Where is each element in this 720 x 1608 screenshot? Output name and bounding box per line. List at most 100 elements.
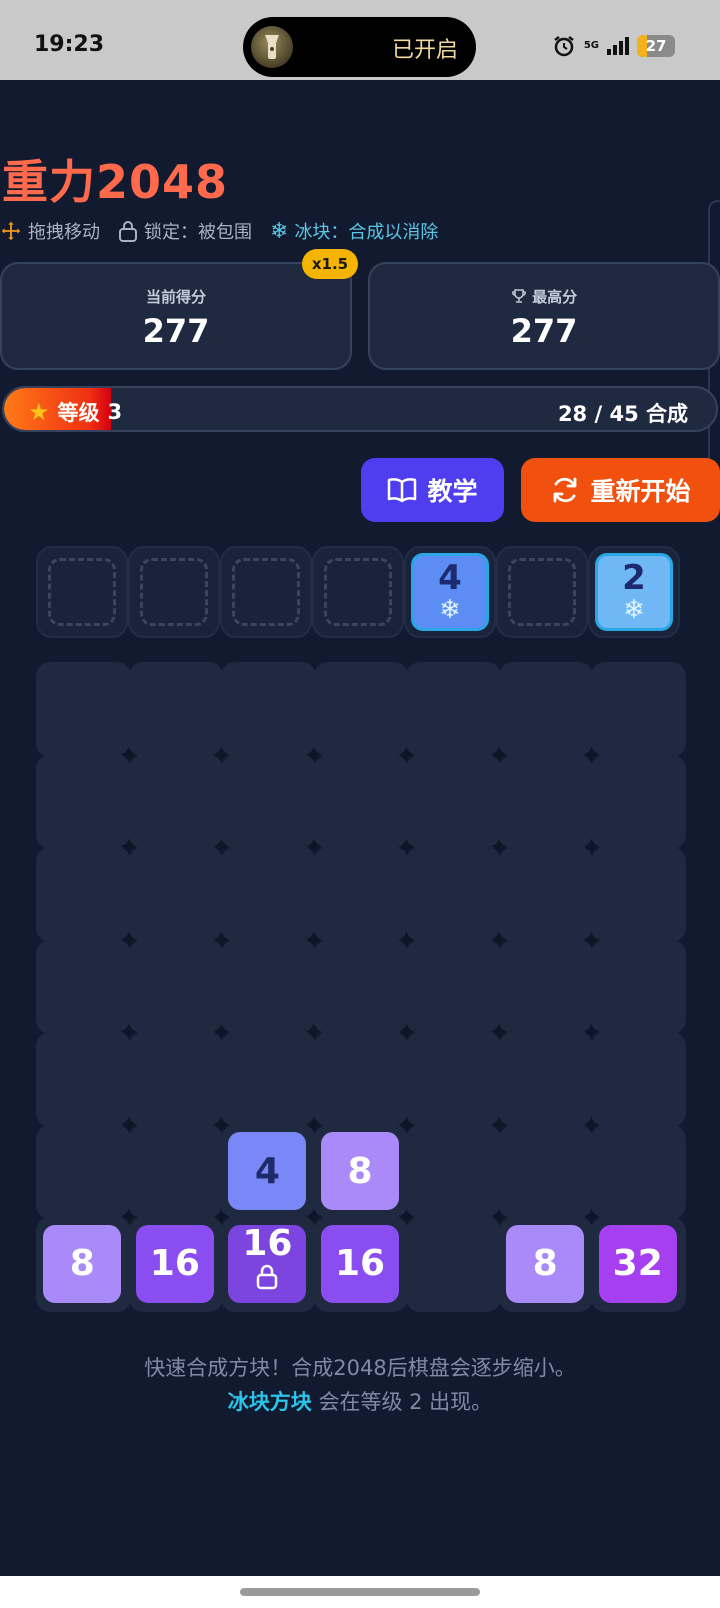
game-board[interactable]: ✦ ✦ ✦ ✦ ✦ ✦ ✦ ✦ ✦ ✦ ✦ ✦ ✦ ✦ ✦ ✦ ✦ ✦ ✦ ✦ ✦ ✦ ✦ ✦ ✦ ✦ ✦ ✦ ✦ ✦ ✦ ✦ ✦ ✦ ✦ ✦ 4 8 8 1… [36,662,686,1312]
grid-sparkle-icon: ✦ [581,833,602,862]
legend-move-label: 拖拽移动 [28,222,100,243]
grid-sparkle-icon: ✦ [303,1018,324,1047]
grid-sparkle-icon: ✦ [488,1203,509,1232]
empty-slot-outline [508,558,576,626]
grid-sparkle-icon: ✦ [118,740,139,769]
preview-slot [36,546,128,638]
grid-sparkle-icon: ✦ [396,1110,417,1139]
number-tile[interactable]: 8 [321,1132,399,1211]
preview-slot: 2 ❄ [588,546,680,638]
dynamic-island[interactable]: 已开启 [243,17,476,77]
help-text-line2: 冰块方块 会在等级 2 出现。 [0,1386,720,1416]
best-score-card: 最高分 277 [368,262,720,370]
best-score-label: 最高分 [532,288,578,306]
number-tile[interactable]: 8 [506,1224,585,1303]
snowflake-icon: ❄ [623,595,645,625]
tile-value: 16 [149,1243,200,1285]
flashlight-icon [251,26,293,68]
grid-sparkle-icon: ✦ [581,740,602,769]
best-score-label-row: 最高分 [370,286,718,308]
refresh-icon [554,477,577,503]
board-cell[interactable] [591,754,686,850]
ice-tile-highlight: 冰块方块 [227,1390,312,1414]
legend-lock-label: 锁定：被包围 [144,222,252,243]
restart-button-label: 重新开始 [590,477,691,506]
help-text-line1: 快速合成方块！合成2048后棋盘会逐步缩小。 [144,1356,576,1380]
grid-sparkle-icon: ✦ [118,1203,139,1232]
grid-sparkle-icon: ✦ [118,925,139,954]
locked-tile[interactable]: 16 [228,1224,307,1303]
help-text-line2-rest: 会在等级 2 出现。 [311,1390,493,1414]
grid-sparkle-icon: ✦ [581,925,602,954]
battery-level: 27 [645,37,667,55]
current-score-label: 当前得分 [145,288,206,306]
grid-sparkle-icon: ✦ [211,1203,232,1232]
level-progress-bar: ★ 等级 3 28 / 45 合成 [2,386,718,432]
grid-sparkle-icon: ✦ [211,1110,232,1139]
tile-value: 4 [438,558,462,598]
tile-value: 16 [334,1243,386,1285]
level-indicator: ★ 等级 3 [28,397,122,427]
current-score-card: 当前得分 277 [0,262,352,370]
legend-move: 拖拽移动 [0,218,100,244]
tutorial-button-label: 教学 [427,477,478,506]
number-tile[interactable]: 4 [228,1132,307,1211]
signal-icon [607,37,629,55]
level-label: 等级 [57,401,100,425]
network-type: 5G [583,40,599,51]
number-tile[interactable]: 16 [135,1224,214,1303]
board-cell[interactable] [591,662,686,757]
star-icon: ★ [28,398,50,426]
grid-sparkle-icon: ✦ [211,1018,232,1047]
grid-sparkle-icon: ✦ [211,925,232,954]
snowflake-icon: ❄ [439,595,461,625]
tile-value: 8 [532,1243,558,1285]
best-score-value: 277 [510,312,578,350]
grid-sparkle-icon: ✦ [488,740,509,769]
board-cell[interactable] [591,1032,686,1127]
grid-sparkle-icon: ✦ [396,740,417,769]
island-status-label: 已开启 [391,38,458,63]
number-tile[interactable]: 8 [43,1224,122,1303]
score-multiplier-badge: x1.5 [302,249,358,279]
number-tile[interactable]: 32 [598,1224,677,1303]
rules-legend: 拖拽移动 锁定：被包围 ❄ 冰块：合成以消除 [0,218,456,244]
battery-icon: 27 [637,35,675,57]
grid-sparkle-icon: ✦ [303,833,324,862]
tile-value: 8 [69,1243,95,1285]
grid-sparkle-icon: ✦ [303,740,324,769]
tutorial-button[interactable]: 教学 [361,458,504,522]
current-score-value: 277 [142,312,210,350]
home-indicator[interactable] [240,1588,480,1596]
grid-sparkle-icon: ✦ [118,833,139,862]
board-cell[interactable] [591,1124,686,1220]
preview-slot [312,546,404,638]
grid-sparkle-icon: ✦ [396,1203,417,1232]
board-cell[interactable] [406,1217,501,1312]
snowflake-icon: ❄ [270,218,289,244]
grid-sparkle-icon: ✦ [303,1110,324,1139]
game-title: 重力2048 [2,155,229,209]
grid-sparkle-icon: ✦ [303,925,324,954]
board-cell[interactable] [591,847,686,942]
status-time: 19:23 [34,32,105,57]
number-tile[interactable]: 16 [321,1224,399,1303]
grid-sparkle-icon: ✦ [118,1110,139,1139]
grid-sparkle-icon: ✦ [396,1018,417,1047]
empty-slot-outline [48,558,116,626]
board-cell[interactable] [591,939,686,1035]
tile-value: 32 [612,1243,663,1285]
next-tiles-preview: 4 ❄ 2 ❄ [36,546,684,638]
status-icons: 5G 27 [552,34,675,58]
grid-sparkle-icon: ✦ [488,925,509,954]
empty-slot-outline [232,558,300,626]
legend-lock: 锁定：被包围 [118,218,252,244]
grid-sparkle-icon: ✦ [488,1110,509,1139]
move-arrows-icon [1,221,21,241]
preview-slot [128,546,220,638]
trophy-icon [511,288,527,308]
tile-value: 2 [622,558,646,598]
restart-button[interactable]: 重新开始 [521,458,720,522]
empty-slot-outline [140,558,208,626]
grid-sparkle-icon: ✦ [303,1203,324,1232]
